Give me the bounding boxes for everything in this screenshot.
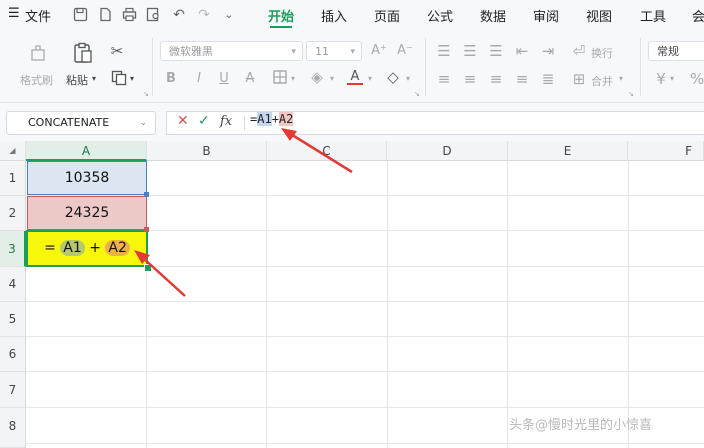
arrow-head-formula [281,128,297,141]
annotation-arrows [134,128,353,297]
arrow-to-cell [141,256,186,297]
watermark: 头条@慢时光里的小惊喜 [509,418,653,433]
arrow-to-formula [288,131,353,174]
